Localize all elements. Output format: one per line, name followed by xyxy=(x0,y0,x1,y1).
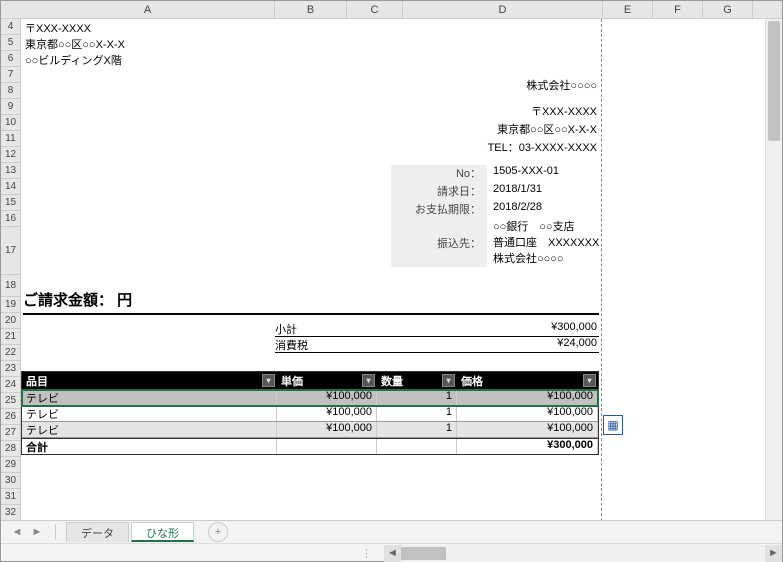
filter-button-price[interactable]: ▾ xyxy=(583,374,596,387)
column-headers[interactable]: A B C D E F G xyxy=(1,1,782,19)
recipient-bldg: ○○ビルディングX階 xyxy=(25,53,125,69)
col-F[interactable]: F xyxy=(653,1,703,18)
horizontal-scrollbar[interactable]: ◄ ► xyxy=(384,545,782,562)
split-handle-icon[interactable]: ⋮ xyxy=(361,547,374,560)
total-label: 合計 xyxy=(22,439,277,454)
recipient-postal: 〒XXX-XXXX xyxy=(25,21,125,37)
subtotal-section: 小計¥300,000 消費税¥24,000 xyxy=(275,321,599,353)
filter-button-unit[interactable]: ▾ xyxy=(362,374,375,387)
header-item: 品目▾ xyxy=(22,372,277,390)
billing-amount-title: ご請求金額： 円 xyxy=(23,289,599,315)
no-label: No： xyxy=(391,165,487,183)
tab-nav-next[interactable]: ► xyxy=(29,524,45,540)
col-D[interactable]: D xyxy=(403,1,603,18)
filter-button-item[interactable]: ▾ xyxy=(262,374,275,387)
recipient-addr: 東京都○○区○○X-X-X xyxy=(25,37,125,53)
header-unit: 単価▾ xyxy=(277,372,377,390)
header-price: 価格▾ xyxy=(457,372,598,390)
col-E[interactable]: E xyxy=(603,1,653,18)
no-value: 1505-XXX-01 xyxy=(487,165,617,183)
col-G[interactable]: G xyxy=(703,1,753,18)
table-body: テレビ ¥100,000 1 ¥100,000 テレビ ¥100,000 1 ¥… xyxy=(22,390,598,438)
table-totals-row: 合計 ¥300,000 xyxy=(22,438,598,454)
hscroll-thumb[interactable] xyxy=(401,547,446,560)
col-B[interactable]: B xyxy=(275,1,347,18)
sheet-tab-template[interactable]: ひな形 xyxy=(131,522,194,542)
hscroll-left[interactable]: ◄ xyxy=(384,545,401,562)
recipient-address: 〒XXX-XXXX 東京都○○区○○X-X-X ○○ビルディングX階 xyxy=(25,21,125,69)
filter-button-qty[interactable]: ▾ xyxy=(442,374,455,387)
sender-tel: TEL：03-XXXX-XXXX xyxy=(488,139,597,157)
total-value: ¥300,000 xyxy=(457,439,598,454)
bank-label: 振込先： xyxy=(391,219,487,267)
table-row[interactable]: テレビ ¥100,000 1 ¥100,000 xyxy=(22,406,598,422)
tab-nav-prev[interactable]: ◄ xyxy=(9,524,25,540)
hscroll-right[interactable]: ► xyxy=(765,545,782,562)
sheet-tab-data[interactable]: データ xyxy=(66,522,129,542)
table-header-row: 品目▾ 単価▾ 数量▾ 価格▾ xyxy=(22,372,598,390)
subtotal-value: ¥300,000 xyxy=(395,321,599,336)
scrollbar-thumb[interactable] xyxy=(768,21,780,141)
header-qty: 数量▾ xyxy=(377,372,457,390)
tax-label: 消費税 xyxy=(275,337,395,352)
new-sheet-button[interactable]: + xyxy=(208,522,228,542)
bank-value: ○○銀行 ○○支店 普通口座 XXXXXXX 株式会社○○○○ xyxy=(487,219,617,267)
date-value: 2018/1/31 xyxy=(487,183,617,201)
due-value: 2018/2/28 xyxy=(487,201,617,219)
sender-addr: 東京都○○区○○X-X-X xyxy=(488,121,597,139)
date-label: 請求日： xyxy=(391,183,487,201)
page-break-line xyxy=(601,19,602,521)
sender-postal: 〒XXX-XXXX xyxy=(488,103,597,121)
sender-info: 株式会社○○○○ 〒XXX-XXXX 東京都○○区○○X-X-X TEL：03-… xyxy=(488,77,597,157)
table-row[interactable]: テレビ ¥100,000 1 ¥100,000 xyxy=(22,422,598,438)
row-headers[interactable]: 4 5 6 7 8 9 10 11 12 13 14 15 16 17 18 1… xyxy=(1,19,21,537)
sender-company: 株式会社○○○○ xyxy=(488,77,597,95)
table-row[interactable]: テレビ ¥100,000 1 ¥100,000 xyxy=(22,390,598,406)
sheet-tab-bar: ◄ ► データ ひな形 + ⋮ ◄ ► xyxy=(1,520,782,561)
insert-options-icon[interactable]: ▦ xyxy=(603,415,623,435)
items-table[interactable]: 品目▾ 単価▾ 数量▾ 価格▾ テレビ ¥100,000 1 ¥100,000 … xyxy=(21,371,599,455)
col-A[interactable]: A xyxy=(21,1,275,18)
vertical-scrollbar[interactable] xyxy=(765,19,782,521)
due-label: お支払期限： xyxy=(391,201,487,219)
invoice-meta: No：1505-XXX-01 請求日：2018/1/31 お支払期限：2018/… xyxy=(391,165,617,267)
subtotal-label: 小計 xyxy=(275,321,395,336)
tax-value: ¥24,000 xyxy=(395,337,599,352)
worksheet[interactable]: 〒XXX-XXXX 東京都○○区○○X-X-X ○○ビルディングX階 株式会社○… xyxy=(21,19,765,521)
col-C[interactable]: C xyxy=(347,1,403,18)
